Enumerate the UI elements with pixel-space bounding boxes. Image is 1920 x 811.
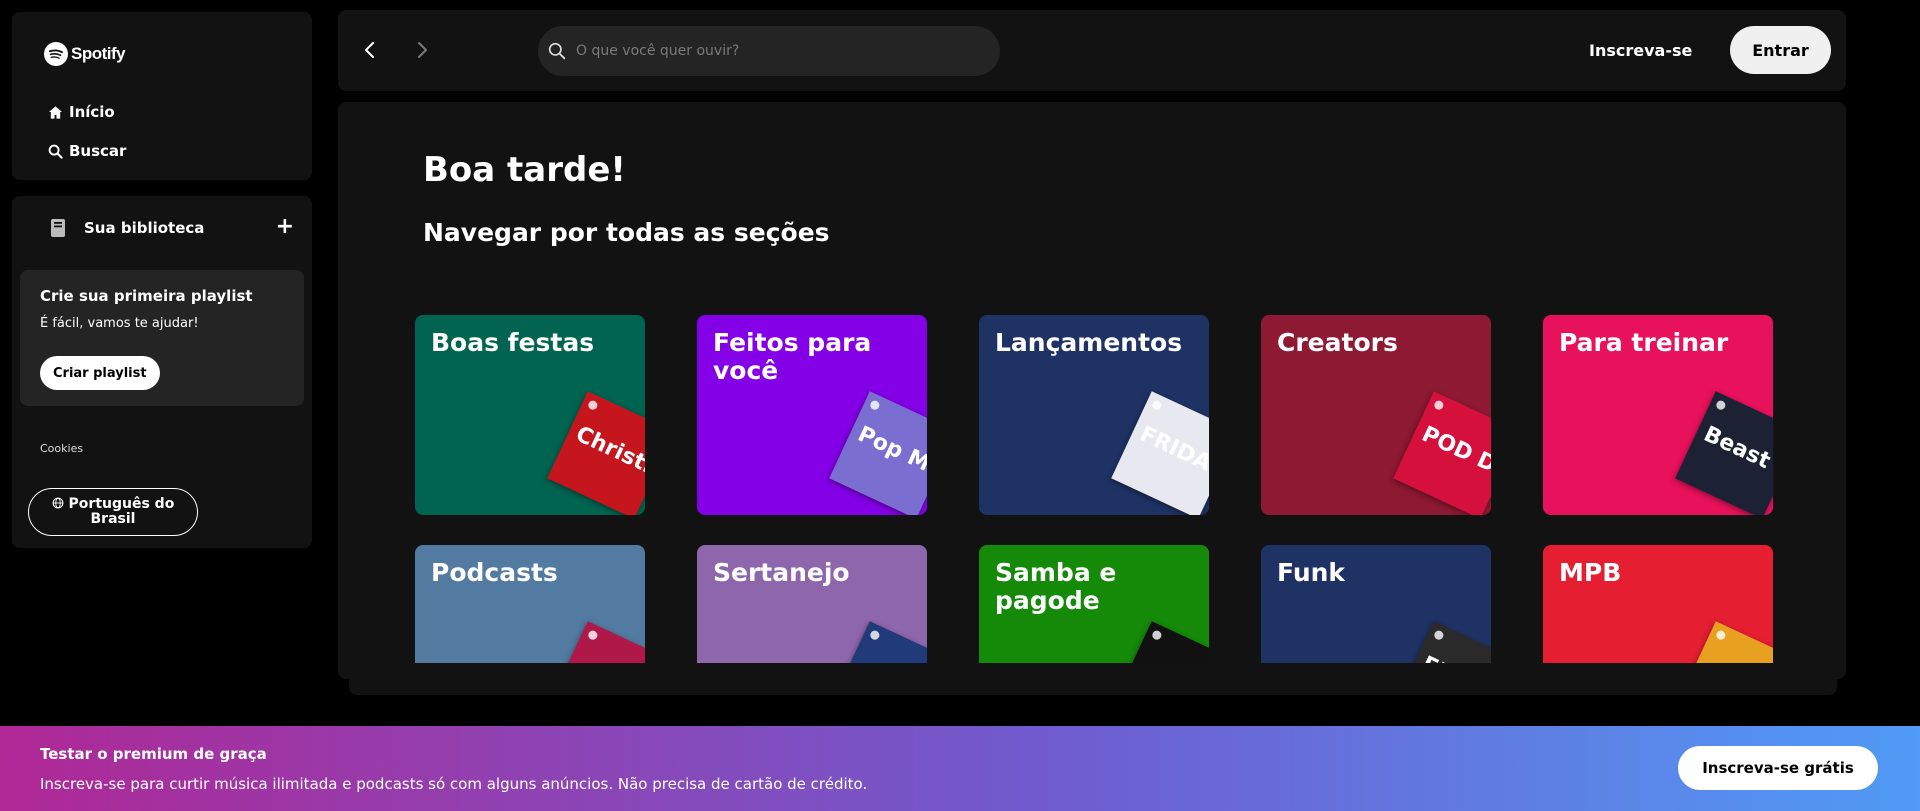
create-playlist-card: Crie sua primeira playlist É fácil, vamo… — [20, 270, 304, 406]
category-card[interactable]: Creators POD DELAS — [1261, 315, 1491, 515]
signup-free-button[interactable]: Inscreva-se grátis — [1678, 746, 1878, 790]
category-title: Samba e pagode — [995, 558, 1117, 615]
category-title: Funk — [1277, 558, 1346, 587]
create-playlist-title: Crie sua primeira playlist — [40, 287, 253, 305]
search-input[interactable]: O que você quer ouvir? — [538, 26, 1000, 76]
category-cover-art — [1111, 621, 1209, 663]
search-placeholder: O que você quer ouvir? — [576, 43, 740, 59]
category-cover-art — [829, 621, 927, 663]
category-card[interactable]: Boas festas Christmas Hits — [415, 315, 645, 515]
language-button[interactable]: Português do Brasil — [28, 488, 198, 536]
spotify-badge-icon — [1432, 399, 1445, 412]
back-arrow-icon[interactable] — [362, 40, 378, 60]
logo-text: Spotify — [71, 44, 126, 63]
browse-section-title: Navegar por todas as seções — [423, 218, 830, 247]
category-cover-art: Pop Mix — [829, 391, 927, 515]
category-card[interactable]: Podcasts — [415, 545, 645, 663]
category-title: Podcasts — [431, 558, 558, 587]
category-cover-art: FRIDAY — [1111, 391, 1209, 515]
main-panel: Boa tarde! Navegar por todas as seções B… — [338, 102, 1846, 679]
banner-title: Testar o premium de graça — [40, 745, 267, 763]
topbar: O que você quer ouvir? Inscreva-se Entra… — [338, 10, 1846, 91]
category-card[interactable]: Sertanejo — [697, 545, 927, 663]
category-cover-art: POD DELAS — [1393, 391, 1491, 515]
spotify-badge-icon — [586, 399, 599, 412]
forward-arrow-icon[interactable] — [414, 40, 430, 60]
language-button-label: Português do Brasil — [41, 497, 185, 527]
cover-art-text: Pop Mix — [853, 421, 927, 486]
category-cover-art — [547, 621, 645, 663]
nav-home-label: Início — [69, 103, 115, 121]
category-grid: Boas festas Christmas Hits Feitos para voc… — [413, 313, 1773, 663]
banner-subtitle: Inscreva-se para curtir música ilimitada… — [40, 775, 868, 793]
category-cover-art: Christmas Hits — [547, 391, 645, 515]
spotify-logo[interactable]: Spotify — [44, 42, 126, 66]
library-icon — [51, 219, 65, 237]
category-title: Boas festas — [431, 328, 595, 357]
category-card[interactable]: Feitos para você Pop Mix — [697, 315, 927, 515]
category-cover-art: FUN — [1393, 621, 1491, 663]
create-playlist-button[interactable]: Criar playlist — [40, 356, 160, 390]
category-title: Sertanejo — [713, 558, 850, 587]
globe-icon — [52, 497, 64, 509]
spotify-badge-icon — [1432, 629, 1445, 642]
library-header[interactable]: Sua biblioteca — [48, 218, 204, 238]
greeting-heading: Boa tarde! — [423, 150, 626, 190]
sidebar-nav-panel: Spotify Início Buscar — [12, 12, 312, 180]
spotify-badge-icon — [1714, 629, 1727, 642]
category-card[interactable]: Lançamentos FRIDAY — [979, 315, 1209, 515]
category-card[interactable]: Para treinar Beast Mode — [1543, 315, 1773, 515]
category-cover-art — [1675, 621, 1773, 663]
category-card[interactable]: Samba e pagode — [979, 545, 1209, 663]
spotify-badge-icon — [1714, 399, 1727, 412]
cover-art-text: FUN — [1418, 652, 1475, 663]
add-playlist-icon[interactable]: + — [276, 216, 294, 238]
search-icon — [48, 144, 63, 159]
spotify-icon — [44, 42, 68, 66]
cover-art-text: Beast Mode — [1699, 421, 1773, 506]
category-title: Para treinar — [1559, 328, 1729, 357]
spotify-badge-icon — [1150, 399, 1163, 412]
nav-search-label: Buscar — [69, 142, 127, 160]
cover-art-text: FRIDAY — [1135, 421, 1209, 483]
signup-link[interactable]: Inscreva-se — [1589, 41, 1692, 60]
category-card[interactable]: Funk FUN — [1261, 545, 1491, 663]
category-card[interactable]: MPB — [1543, 545, 1773, 663]
nav-home[interactable]: Início — [48, 103, 115, 121]
nav-search[interactable]: Buscar — [48, 142, 126, 160]
category-cover-art: Beast Mode — [1675, 391, 1773, 515]
premium-banner[interactable]: Testar o premium de graça Inscreva-se pa… — [0, 726, 1920, 811]
spotify-badge-icon — [868, 399, 881, 412]
language-label-text: Português do Brasil — [68, 496, 175, 527]
category-title: Lançamentos — [995, 328, 1183, 357]
spotify-badge-icon — [586, 629, 599, 642]
login-button[interactable]: Entrar — [1730, 26, 1831, 74]
category-title: MPB — [1559, 558, 1622, 587]
home-icon — [48, 105, 63, 119]
category-title: Feitos para você — [713, 328, 872, 385]
category-title: Creators — [1277, 328, 1398, 357]
create-playlist-subtitle: É fácil, vamos te ajudar! — [40, 316, 199, 331]
cover-art-text: POD DELAS — [1417, 421, 1491, 505]
library-title: Sua biblioteca — [84, 219, 205, 237]
search-icon — [548, 42, 566, 60]
cookies-link[interactable]: Cookies — [40, 442, 83, 455]
library-panel: Sua biblioteca + Crie sua primeira playl… — [12, 196, 312, 548]
spotify-badge-icon — [1150, 629, 1163, 642]
spotify-badge-icon — [868, 629, 881, 642]
cover-art-text: Christmas Hits — [571, 421, 645, 515]
